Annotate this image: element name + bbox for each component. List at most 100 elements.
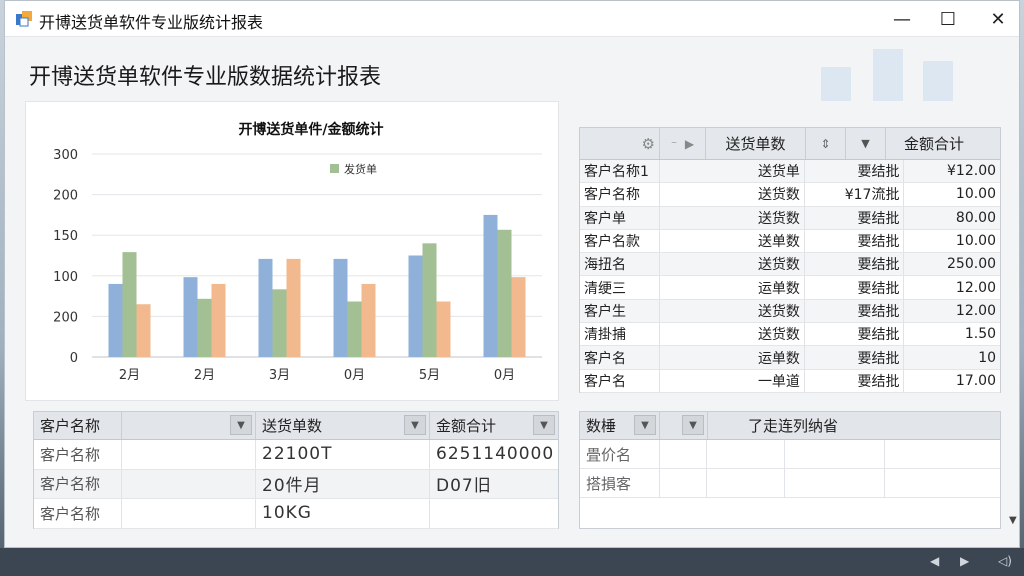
table-cell: 清掛捕 <box>580 323 660 346</box>
table-row[interactable]: 客户单 送货数 要结批 80.00 <box>580 206 1000 230</box>
dropdown-icon[interactable]: ▼ <box>533 415 555 435</box>
volume-icon[interactable]: ◁) <box>998 554 1012 568</box>
taskbar-right-arrow-icon[interactable]: ▶ <box>960 554 969 568</box>
dropdown-icon[interactable]: ▼ <box>634 415 656 435</box>
table-cell <box>785 469 885 497</box>
table-cell: 20件月 <box>256 469 430 498</box>
table-row[interactable]: 客户名称 送货数 ¥17流批 10.00 <box>580 183 1000 207</box>
window-title: 开博送货单软件专业版统计报表 <box>39 13 264 32</box>
table-cell <box>122 469 256 498</box>
bar[interactable] <box>333 258 348 357</box>
next-icon[interactable]: ▶ <box>685 137 694 151</box>
table-row[interactable]: 畳价名 <box>580 440 1000 469</box>
maximize-button[interactable]: ☐ <box>923 1 973 37</box>
bar[interactable] <box>408 255 423 358</box>
table-cell: 10KG <box>256 499 430 528</box>
grid-tools: ⚙ <box>580 128 660 159</box>
table-cell: 客户名称 <box>34 499 122 528</box>
table-row[interactable]: 搭損客 <box>580 469 1000 498</box>
column-header-delivery-count[interactable]: 送货单数 ▼ <box>256 412 430 439</box>
table-row[interactable]: 客户生 送货数 要结批 12.00 <box>580 299 1000 324</box>
bar[interactable] <box>361 283 376 357</box>
dropdown-icon[interactable]: ▼ <box>404 415 426 435</box>
column-header-blank[interactable]: ▼ <box>660 412 708 439</box>
taskbar: ◀ ▶ ◁) <box>0 548 1024 576</box>
table-row[interactable]: 清绠三 运单数 要结批 12.00 <box>580 276 1000 300</box>
table-row[interactable]: 客户名称1 送货单 要结批 ¥12.00 <box>580 160 1000 184</box>
bar[interactable] <box>286 258 301 357</box>
table-cell: ¥17流批 <box>805 183 905 206</box>
table-cell: 海扭名 <box>580 253 660 276</box>
table-row[interactable]: 客户名称 10KG <box>34 499 558 529</box>
column-header-blank[interactable]: ▼ <box>122 412 256 439</box>
table-row[interactable]: 客户名称 20件月 D07旧 <box>34 469 558 499</box>
bar[interactable] <box>108 283 123 357</box>
table-cell: 送货数 <box>660 299 805 323</box>
table-cell: 客户名称 <box>34 469 122 498</box>
y-tick-label: 150 <box>53 229 78 244</box>
taskbar-left-arrow-icon[interactable]: ◀ <box>930 554 939 568</box>
table-row[interactable]: 海扭名 送货数 要结批 250.00 <box>580 253 1000 277</box>
x-tick-label: 5月 <box>419 368 440 383</box>
group-icon[interactable]: ⚙ <box>642 135 655 153</box>
table-cell: 要结批 <box>805 346 905 369</box>
table-row[interactable]: 客户名称 22100T 6251140000 <box>34 440 558 470</box>
column-header-summary[interactable]: 了走连列纳省 <box>708 412 1000 439</box>
table-cell <box>660 469 708 497</box>
bar[interactable] <box>483 214 498 357</box>
header-label: 客户名称 <box>40 417 101 435</box>
dropdown-icon[interactable]: ▼ <box>682 415 704 435</box>
bar[interactable] <box>136 304 151 357</box>
column-header-data[interactable]: 数棰 ▼ <box>580 412 660 439</box>
table-cell: ¥12.00 <box>947 163 997 180</box>
table-row[interactable]: 清掛捕 送货数 要结批 1.50 <box>580 323 1000 347</box>
minimize-button[interactable]: — <box>877 1 927 37</box>
bar[interactable] <box>211 283 226 357</box>
summary-grid-top-right[interactable]: ⚙ ⁻ ▶ 送货单数 ⇕ ▼ 金额合计 客户名称1 送货单 要结批 ¥12.00 客户名… <box>579 127 1001 393</box>
column-header-delivery-count[interactable]: 送货单数 <box>706 128 806 159</box>
table-cell: 要结批 <box>805 253 905 276</box>
table-cell: 6251140000 <box>436 444 555 465</box>
summary-grid-bottom-left[interactable]: 客户名称 ▼ 送货单数 ▼ 金额合计 ▼ 客户名称 22100T 6251140000 客… <box>33 411 559 529</box>
column-header-customer[interactable]: 客户名称 <box>34 412 122 439</box>
grid-body: 客户名称1 送货单 要结批 ¥12.00 客户名称 送货数 ¥17流批 10.00 客户单 送货数… <box>580 160 1000 393</box>
summary-grid-bottom-right[interactable]: 数棰 ▼ ▼ 了走连列纳省 畳价名 搭損客 <box>579 411 1001 529</box>
table-cell: 10.00 <box>955 186 997 203</box>
table-cell <box>707 440 786 468</box>
column-header-amount-total[interactable]: 金额合计 <box>886 128 982 159</box>
table-cell: 送单数 <box>660 229 805 253</box>
bar[interactable] <box>258 258 273 357</box>
grid-header: ⚙ ⁻ ▶ 送货单数 ⇕ ▼ 金额合计 <box>580 128 1000 160</box>
table-row[interactable]: 客户名 一单道 要结批 17.00 <box>580 369 1000 393</box>
table-cell: 运单数 <box>660 346 805 369</box>
sort-icon[interactable]: ⇕ <box>806 128 846 159</box>
table-cell: 送货数 <box>660 253 805 276</box>
bar[interactable] <box>511 277 526 357</box>
bar-chart: 开博送货单件/金额统计发货单 0 200 100 150 200 300 2月 2月 3月 0月 5月… <box>53 121 542 383</box>
title-bar: 开博送货单软件专业版统计报表 — ☐ ✕ <box>5 1 1019 37</box>
header-label: 数棰 <box>586 417 617 435</box>
table-cell: 客户名 <box>580 369 660 392</box>
bar[interactable] <box>183 277 198 357</box>
bar[interactable] <box>122 252 137 357</box>
bar[interactable] <box>272 289 287 357</box>
bar[interactable] <box>436 301 451 357</box>
column-header-amount-total[interactable]: 金额合计 ▼ <box>430 412 558 439</box>
scroll-down-icon[interactable]: ▼ <box>1009 515 1017 526</box>
bar[interactable] <box>497 229 512 357</box>
table-cell: 要结批 <box>805 276 905 299</box>
table-cell: 运单数 <box>660 276 805 299</box>
dropdown-icon[interactable]: ▼ <box>846 128 886 159</box>
table-cell: 客户名款 <box>580 229 660 253</box>
table-cell <box>707 469 786 497</box>
bar[interactable] <box>347 301 362 357</box>
table-cell <box>785 440 885 468</box>
bar[interactable] <box>422 243 437 357</box>
table-row[interactable]: 客户名 运单数 要结批 10 <box>580 346 1000 370</box>
prev-icon[interactable]: ⁻ <box>671 137 677 151</box>
table-cell: 22100T <box>256 440 430 469</box>
bar[interactable] <box>197 298 212 357</box>
table-row[interactable]: 客户名款 送单数 要结批 10.00 <box>580 229 1000 254</box>
dropdown-icon[interactable]: ▼ <box>230 415 252 435</box>
close-button[interactable]: ✕ <box>973 1 1023 37</box>
